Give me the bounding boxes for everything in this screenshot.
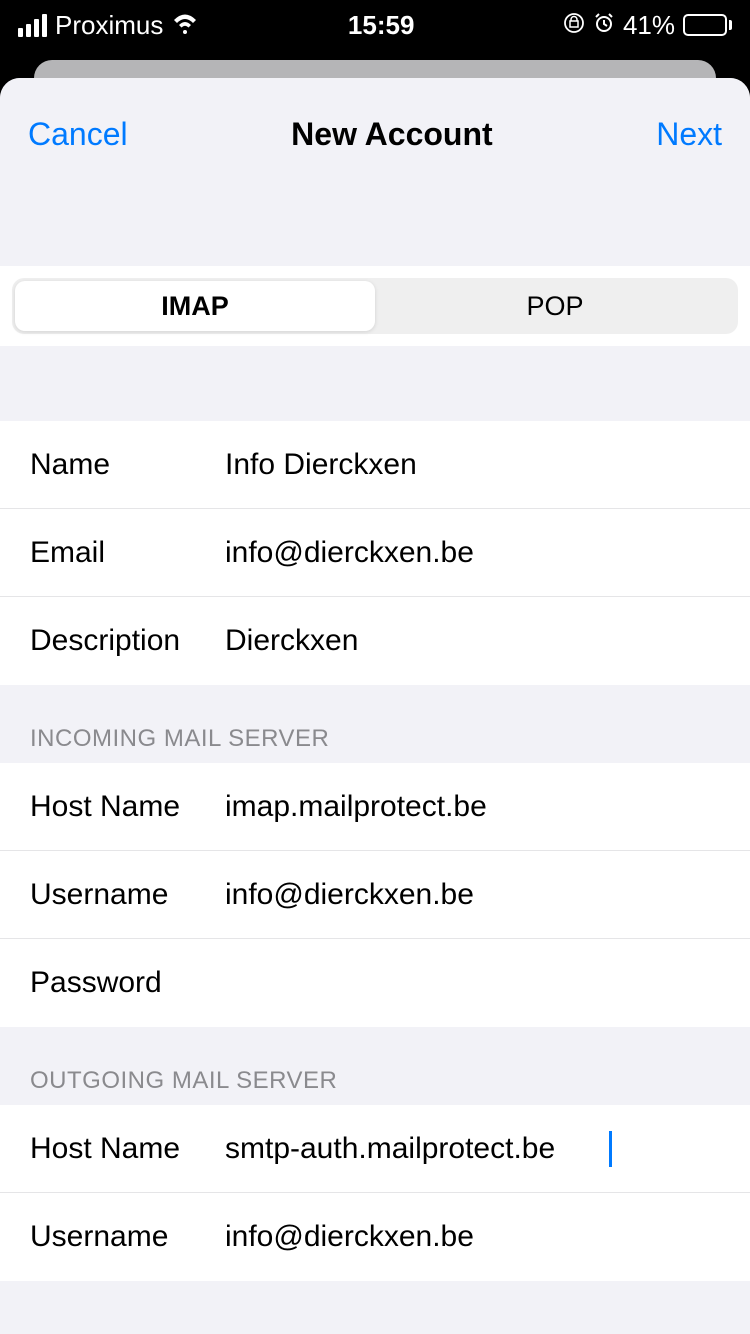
- email-label: Email: [30, 536, 225, 570]
- clock-label: 15:59: [348, 10, 415, 41]
- incoming-user-label: Username: [30, 878, 225, 912]
- incoming-server-group: Host Name Username Password: [0, 763, 750, 1027]
- protocol-segmented-wrap: IMAP POP: [0, 266, 750, 346]
- wifi-icon: [171, 10, 199, 41]
- incoming-pass-row[interactable]: Password: [0, 939, 750, 1027]
- outgoing-header: OUTGOING MAIL SERVER: [0, 1027, 750, 1105]
- incoming-host-field[interactable]: [225, 790, 720, 824]
- description-label: Description: [30, 624, 225, 658]
- modal-sheet: Cancel New Account Next IMAP POP Name Em…: [0, 78, 750, 1334]
- signal-icon: [18, 14, 47, 37]
- name-field[interactable]: [225, 448, 720, 482]
- status-bar: Proximus 15:59 41%: [0, 0, 750, 50]
- name-row[interactable]: Name: [0, 421, 750, 509]
- page-title: New Account: [291, 116, 493, 153]
- incoming-pass-label: Password: [30, 966, 225, 1000]
- battery-icon: [683, 14, 732, 36]
- outgoing-user-field[interactable]: [225, 1220, 720, 1254]
- incoming-host-row[interactable]: Host Name: [0, 763, 750, 851]
- incoming-pass-field[interactable]: [225, 966, 720, 1000]
- next-button[interactable]: Next: [656, 116, 722, 153]
- outgoing-host-field[interactable]: [225, 1132, 611, 1166]
- battery-label: 41%: [623, 10, 675, 41]
- name-label: Name: [30, 448, 225, 482]
- tab-pop[interactable]: POP: [375, 281, 735, 331]
- description-row[interactable]: Description: [0, 597, 750, 685]
- outgoing-user-row[interactable]: Username: [0, 1193, 750, 1281]
- account-info-group: Name Email Description: [0, 421, 750, 685]
- description-field[interactable]: [225, 624, 720, 658]
- text-cursor: [609, 1131, 612, 1167]
- email-field[interactable]: [225, 536, 720, 570]
- orientation-lock-icon: [563, 10, 585, 41]
- outgoing-host-row[interactable]: Host Name: [0, 1105, 750, 1193]
- tab-imap[interactable]: IMAP: [15, 281, 375, 331]
- alarm-icon: [593, 10, 615, 41]
- incoming-user-row[interactable]: Username: [0, 851, 750, 939]
- email-row[interactable]: Email: [0, 509, 750, 597]
- incoming-header: INCOMING MAIL SERVER: [0, 685, 750, 763]
- cancel-button[interactable]: Cancel: [28, 116, 128, 153]
- outgoing-user-label: Username: [30, 1220, 225, 1254]
- incoming-host-label: Host Name: [30, 790, 225, 824]
- outgoing-server-group: Host Name Username: [0, 1105, 750, 1281]
- nav-bar: Cancel New Account Next: [0, 78, 750, 266]
- incoming-user-field[interactable]: [225, 878, 720, 912]
- section-gap: [0, 346, 750, 421]
- protocol-segmented-control: IMAP POP: [12, 278, 738, 334]
- carrier-label: Proximus: [55, 10, 163, 41]
- outgoing-host-label: Host Name: [30, 1132, 225, 1166]
